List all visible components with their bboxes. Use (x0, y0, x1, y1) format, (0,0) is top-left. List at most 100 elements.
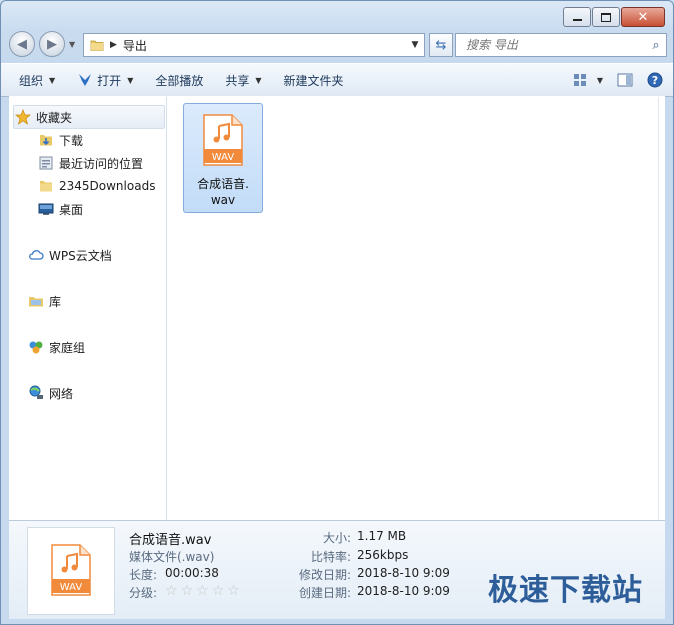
details-created-label: 创建日期: (298, 586, 351, 600)
homegroup-icon (27, 339, 45, 355)
search-input[interactable] (464, 37, 646, 53)
chevron-down-icon: ▼ (255, 75, 262, 85)
desktop-icon (37, 201, 55, 217)
forward-button[interactable]: ▶ (39, 31, 65, 57)
command-bar: 组织 ▼ 打开 ▼ 全部播放 共享 ▼ 新建文件夹 ▼ ? (1, 63, 673, 97)
sidebar-item-2345downloads[interactable]: 2345Downloads (37, 175, 155, 197)
chevron-down-icon: ▼ (49, 75, 56, 85)
back-button[interactable]: ◀ (9, 31, 35, 57)
close-icon: ✕ (637, 9, 649, 25)
sidebar-item-label: 最近访问的位置 (59, 156, 144, 171)
folder-icon (37, 178, 55, 194)
library-icon (27, 293, 45, 309)
search-icon[interactable]: ⌕ (646, 38, 666, 53)
download-folder-icon (37, 132, 55, 148)
open-button[interactable]: 打开 ▼ (66, 64, 144, 96)
details-length-value: 00:00:38 (165, 566, 219, 580)
preview-pane-icon (617, 73, 633, 87)
main-panes: 收藏夹 下载 最近访问的位置 2345Downloads 桌面 WPS云文档 库… (9, 96, 665, 521)
sidebar-item-label: 收藏夹 (36, 110, 73, 125)
minimize-button[interactable] (563, 7, 591, 27)
organize-button[interactable]: 组织 ▼ (1, 64, 66, 96)
star-icon (14, 109, 32, 125)
details-modified-label: 修改日期: (298, 568, 351, 582)
file-name: 合成语音. wav (184, 176, 262, 208)
file-thumbnail: WAV (27, 527, 115, 615)
star-icon[interactable]: ☆ (227, 584, 240, 598)
organize-label: 组织 (19, 73, 44, 88)
details-size-label: 大小: (322, 531, 351, 545)
star-icon[interactable]: ☆ (165, 584, 178, 598)
folder-icon (90, 40, 104, 51)
details-bitrate-value: 256kbps (357, 548, 409, 562)
sidebar-item-label: 2345Downloads (59, 179, 156, 193)
details-created-value: 2018-8-10 9:09 (357, 584, 450, 598)
sidebar-item-favorites[interactable]: 收藏夹 (13, 105, 165, 129)
minimize-icon (572, 19, 582, 21)
thumb-type-badge: WAV (60, 582, 83, 593)
star-icon[interactable]: ☆ (181, 584, 194, 598)
help-icon: ? (647, 72, 663, 88)
details-pane: WAV 合成语音.wav 媒体文件(.wav) 长度: 00:00:38 分级:… (9, 520, 665, 619)
help-button[interactable]: ? (647, 72, 663, 88)
watermark-text: 极速下载站 (488, 573, 643, 608)
play-all-label: 全部播放 (155, 73, 204, 88)
search-box[interactable]: ⌕ (455, 33, 667, 57)
new-folder-button[interactable]: 新建文件夹 (273, 64, 355, 96)
sidebar-item-label: WPS云文档 (49, 248, 112, 263)
view-dropdown-icon[interactable]: ▼ (597, 76, 603, 85)
file-item[interactable]: WAV 合成语音. wav (183, 103, 263, 213)
file-name-line-2: wav (210, 193, 236, 207)
details-modified-value: 2018-8-10 9:09 (357, 566, 450, 580)
details-rating-label: 分级: (129, 586, 158, 600)
open-with-icon (79, 74, 92, 86)
navigation-bar: ◀ ▶ ▼ ▶ 导出 ▼ ⇆ ⌕ (9, 31, 667, 59)
vertical-scrollbar[interactable] (658, 97, 665, 521)
details-bitrate-label: 比特率: (310, 550, 351, 564)
rating-stars[interactable]: ☆ ☆ ☆ ☆ ☆ (165, 584, 243, 598)
refresh-button[interactable]: ⇆ (429, 33, 453, 57)
recent-pages-dropdown[interactable]: ▼ (69, 40, 75, 49)
address-bar[interactable]: ▶ 导出 ▼ (83, 33, 425, 57)
audio-file-icon: WAV (51, 544, 91, 596)
change-view-button[interactable]: ▼ (573, 73, 603, 87)
breadcrumb-separator-icon[interactable]: ▶ (110, 40, 117, 50)
cloud-icon (27, 247, 45, 263)
maximize-button[interactable] (592, 7, 620, 27)
chevron-down-icon: ▼ (127, 75, 134, 85)
sidebar-item-libraries[interactable]: 库 (27, 290, 61, 312)
sidebar-item-label: 网络 (49, 386, 74, 401)
star-icon[interactable]: ☆ (212, 584, 225, 598)
sidebar-item-label: 库 (49, 294, 62, 309)
sidebar-item-label: 桌面 (59, 202, 84, 217)
sidebar-item-downloads[interactable]: 下载 (37, 129, 83, 151)
explorer-window: ✕ ◀ ▶ ▼ ▶ 导出 ▼ ⇆ ⌕ 组织 ▼ (0, 0, 674, 625)
file-type-badge: WAV (212, 152, 235, 163)
sidebar-item-wps-cloud[interactable]: WPS云文档 (27, 244, 112, 266)
back-arrow-icon: ◀ (17, 36, 27, 52)
play-all-button[interactable]: 全部播放 (144, 64, 214, 96)
close-button[interactable]: ✕ (621, 7, 665, 27)
sidebar-item-label: 下载 (59, 133, 84, 148)
sidebar-item-recent-places[interactable]: 最近访问的位置 (37, 152, 143, 174)
details-filename: 合成语音.wav (129, 533, 212, 548)
navigation-pane: 收藏夹 下载 最近访问的位置 2345Downloads 桌面 WPS云文档 库… (9, 97, 167, 521)
sidebar-item-homegroup[interactable]: 家庭组 (27, 336, 85, 358)
new-folder-label: 新建文件夹 (283, 73, 344, 88)
details-size-value: 1.17 MB (357, 529, 407, 543)
star-icon[interactable]: ☆ (196, 584, 209, 598)
sidebar-item-network[interactable]: 网络 (27, 382, 73, 404)
svg-text:?: ? (652, 74, 658, 87)
maximize-icon (601, 12, 611, 22)
share-label: 共享 (225, 73, 250, 88)
network-icon (27, 385, 45, 401)
caption-buttons: ✕ (562, 7, 665, 27)
view-grid-icon (573, 74, 586, 86)
address-dropdown-icon[interactable]: ▼ (406, 34, 424, 56)
breadcrumb-item[interactable]: 导出 (123, 37, 147, 54)
share-button[interactable]: 共享 ▼ (214, 64, 272, 96)
preview-pane-button[interactable] (617, 73, 633, 87)
sidebar-item-desktop[interactable]: 桌面 (37, 198, 83, 220)
details-type: 媒体文件(.wav) (129, 550, 215, 564)
file-name-line-1: 合成语音. (197, 177, 249, 191)
